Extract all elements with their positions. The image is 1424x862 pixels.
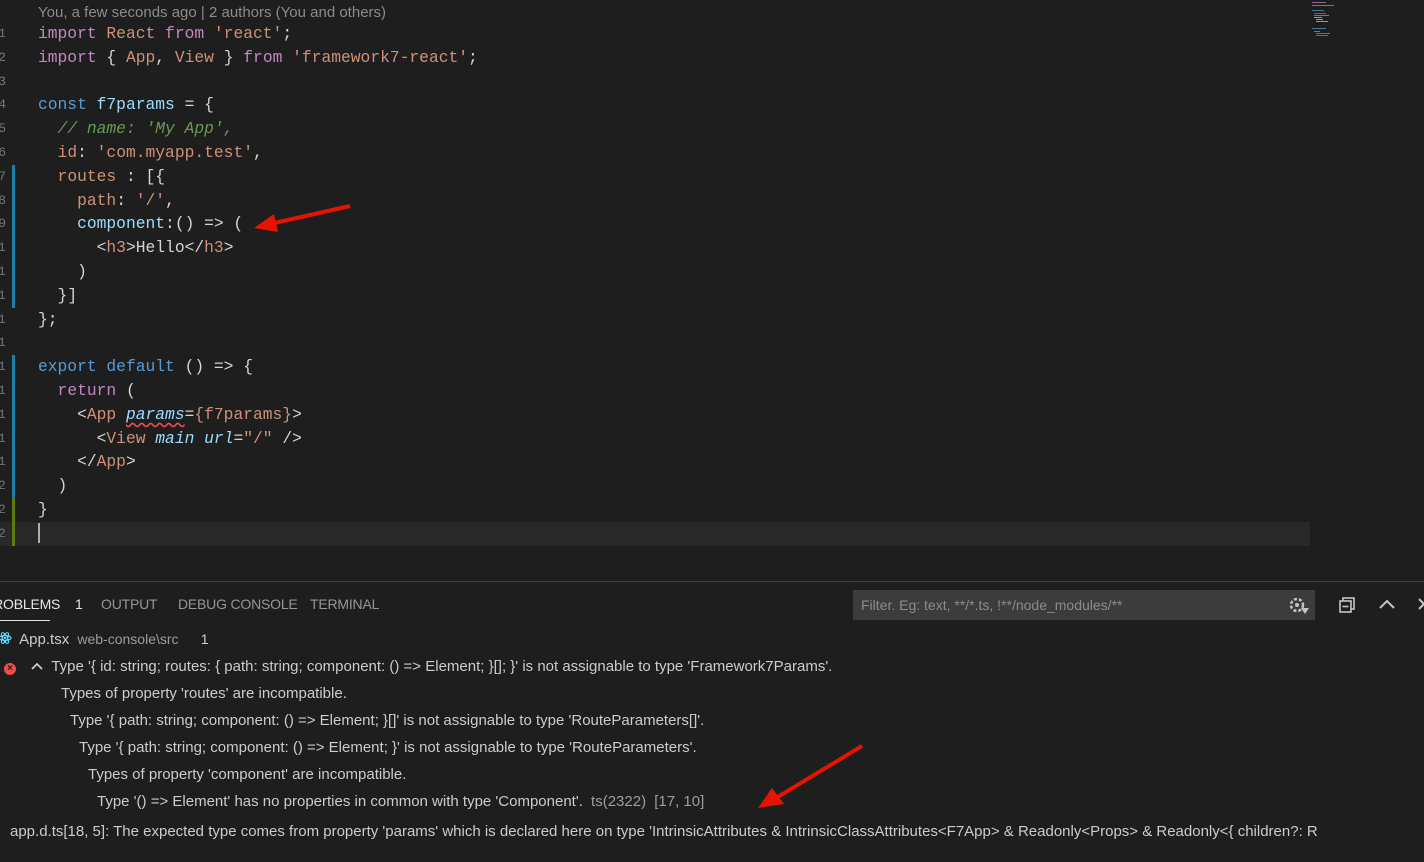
git-modified-bar — [12, 188, 15, 213]
problem-message: Type '{ id: string; routes: { path: stri… — [51, 658, 833, 675]
code-lines[interactable]: 1 import React from 'react'; 2 import { Ap… — [0, 22, 1310, 546]
git-modified-bar — [12, 164, 15, 189]
active-tab-indicator — [0, 620, 50, 621]
problem-detail-line: Types of property 'component' are incomp… — [88, 766, 407, 783]
problem-item[interactable]: × Type '{ id: string; routes: { path: st… — [4, 658, 832, 675]
git-modified-bar — [12, 450, 15, 475]
error-icon: × — [4, 663, 16, 675]
line-number: 16 — [0, 382, 6, 398]
code-line[interactable]: 17 <App params={f7params}> — [0, 402, 1310, 427]
code-line[interactable]: 20 ) — [0, 474, 1310, 498]
line-number: 2 — [0, 49, 6, 65]
line-number: 12 — [0, 287, 6, 303]
problem-position: [17, 10] — [654, 793, 705, 810]
line-number: 13 — [0, 311, 6, 327]
react-file-icon — [0, 632, 12, 644]
problem-code: ts(2322) — [591, 793, 647, 810]
text-cursor — [38, 523, 40, 544]
line-number: 19 — [0, 454, 6, 470]
line-number: 9 — [0, 216, 6, 232]
line-number: 6 — [0, 144, 6, 160]
code-line[interactable]: 21} — [0, 497, 1310, 522]
error-squiggle[interactable]: params — [126, 405, 185, 424]
line-number: 17 — [0, 406, 6, 422]
code-line[interactable]: 13}; — [0, 308, 1310, 332]
code-line[interactable]: 10 <h3>Hello</h3> — [0, 236, 1310, 260]
code-line[interactable]: 8 path: '/', — [0, 188, 1310, 213]
problems-badge: 1 — [74, 596, 83, 612]
line-number: 4 — [0, 97, 6, 113]
chevron-up-icon[interactable] — [1378, 597, 1396, 611]
tab-problems[interactable]: PROBLEMS 1 — [0, 596, 83, 612]
line-number: 1 — [0, 26, 6, 41]
code-line[interactable]: 9 component:() => ( — [0, 212, 1310, 237]
minimap[interactable] — [1310, 0, 1424, 580]
line-number: 18 — [0, 430, 6, 446]
code-line[interactable]: 6 id: 'com.myapp.test', — [0, 141, 1310, 165]
line-number: 3 — [0, 73, 6, 89]
related-information[interactable]: app.d.ts[18, 5]: The expected type comes… — [10, 823, 1424, 840]
git-modified-bar — [12, 236, 15, 260]
git-modified-bar — [12, 283, 15, 308]
close-icon[interactable] — [1418, 598, 1424, 610]
problem-detail-line: Types of property 'routes' are incompati… — [61, 685, 347, 702]
tab-debug-console[interactable]: DEBUG CONSOLE — [178, 596, 298, 612]
code-line[interactable]: 16 return ( — [0, 378, 1310, 403]
problem-file-count: 1 — [200, 631, 209, 647]
problem-file-name: App.tsx — [19, 631, 70, 648]
panel-tabs: PROBLEMS 1 OUTPUT DEBUG CONSOLE TERMINAL — [0, 582, 840, 626]
code-line[interactable]: 15export default () => { — [0, 355, 1310, 379]
code-line[interactable]: 2 import { App, View } from 'framework7-r… — [0, 46, 1310, 70]
problem-file-row[interactable]: App.tsx web-console\src 1 — [0, 631, 209, 648]
line-number: 11 — [0, 263, 6, 279]
code-line[interactable]: 19 </App> — [0, 450, 1310, 475]
line-number: 22 — [0, 525, 6, 541]
line-number: 21 — [0, 501, 6, 517]
git-added-bar — [12, 521, 15, 546]
git-modified-bar — [12, 212, 15, 237]
git-modified-bar — [12, 426, 15, 451]
git-modified-bar — [12, 259, 15, 284]
problem-detail-line: Type '{ path: string; component: () => E… — [79, 739, 697, 756]
code-line[interactable]: 12 }] — [0, 283, 1310, 308]
code-line[interactable]: 1 import React from 'react'; — [0, 22, 1310, 46]
filter-settings-icon[interactable] — [1288, 595, 1310, 615]
code-line-current[interactable]: 22 — [0, 521, 1310, 546]
annotation-arrow-icon — [758, 744, 864, 808]
problem-detail-line-last: Type '() => Element' has no properties i… — [97, 793, 705, 810]
git-modified-bar — [12, 474, 15, 498]
code-line[interactable]: 7 routes : [{ — [0, 164, 1310, 189]
code-editor[interactable]: You, a few seconds ago | 2 authors (You … — [0, 0, 1424, 580]
code-line[interactable]: 3 — [0, 70, 1310, 94]
bottom-panel: PROBLEMS 1 OUTPUT DEBUG CONSOLE TERMINAL… — [0, 581, 1424, 862]
git-modified-bar — [12, 402, 15, 427]
annotation-arrow-icon — [254, 204, 351, 232]
code-line[interactable]: 18 <View main url="/" /> — [0, 426, 1310, 451]
problems-filter-input[interactable]: Filter. Eg: text, **/*.ts, !**/node_modu… — [853, 590, 1315, 620]
code-line[interactable]: 14 — [0, 331, 1310, 355]
line-number: 8 — [0, 192, 6, 208]
line-number: 10 — [0, 240, 6, 256]
problem-file-path: web-console\src — [77, 631, 179, 647]
git-modified-bar — [12, 378, 15, 403]
git-modified-bar — [12, 355, 15, 379]
line-number: 5 — [0, 121, 6, 137]
line-number: 15 — [0, 359, 6, 375]
code-line[interactable]: 11 ) — [0, 259, 1310, 284]
chevron-up-icon[interactable] — [30, 661, 44, 671]
line-number: 14 — [0, 335, 6, 351]
collapse-all-icon[interactable] — [1339, 596, 1357, 614]
codelens-blame[interactable]: You, a few seconds ago | 2 authors (You … — [38, 4, 386, 21]
code-line[interactable]: 4 const f7params = { — [0, 93, 1310, 117]
git-added-bar — [12, 497, 15, 522]
line-number: 20 — [0, 478, 6, 494]
code-line[interactable]: 5 // name: 'My App', — [0, 117, 1310, 141]
problem-detail-line: Type '{ path: string; component: () => E… — [70, 712, 705, 729]
tab-terminal[interactable]: TERMINAL — [310, 596, 379, 612]
tab-output[interactable]: OUTPUT — [101, 596, 158, 612]
line-number: 7 — [0, 168, 6, 184]
